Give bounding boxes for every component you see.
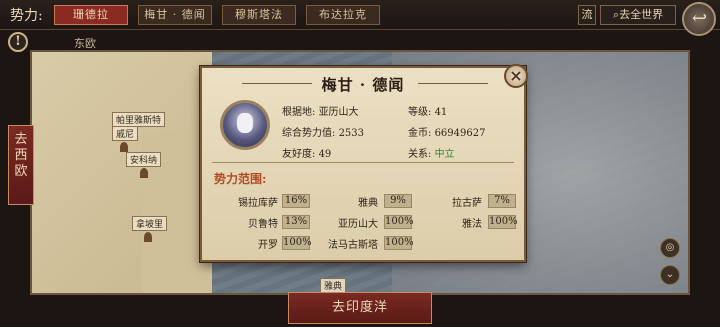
relation-info: 关系: 中立 (408, 149, 455, 160)
tab-faction-4[interactable]: 布达拉克 (306, 5, 380, 25)
city-venice[interactable]: 戚尼 (112, 126, 139, 141)
city-ancona[interactable]: 安科纳 (126, 152, 162, 167)
sphere-row: 锡拉库萨 16% 雅典 9% 拉古萨 7% (202, 194, 524, 210)
close-button[interactable]: × (504, 64, 528, 88)
go-western-europe-button[interactable]: 去西欧 (8, 125, 34, 205)
city-trieste[interactable]: 帕里雅斯特 (112, 112, 166, 127)
power-info: 综合势力值: 2533 (282, 128, 365, 139)
sphere-title: 势力范围: (214, 172, 267, 186)
alert-icon[interactable]: ! (8, 32, 28, 52)
go-world-button[interactable]: ⌕去全世界 (600, 5, 676, 25)
friendship-info: 友好度: 49 (282, 149, 332, 160)
sphere-row: 开罗 100% 法马古斯塔 100% (258, 236, 414, 251)
go-indian-ocean-button[interactable]: 去印度洋 (288, 292, 432, 324)
target-icon[interactable]: ◎ (660, 238, 680, 258)
faction-label: 势力: (10, 8, 43, 24)
flow-button[interactable]: 流 (578, 5, 596, 25)
city-pin (144, 232, 152, 242)
back-button[interactable] (682, 2, 716, 36)
tab-faction-1[interactable]: 珊德拉 (54, 5, 128, 25)
gold-info: 金币: 66949627 (408, 128, 486, 139)
tab-faction-2[interactable]: 梅甘 · 德闻 (138, 5, 212, 25)
faction-info-panel: 梅甘 · 德闻 × 根据地: 亚历山大 等级: 41 综合势力值: 2533 金… (200, 64, 528, 262)
panel-title: 梅甘 · 德闻 (321, 76, 405, 94)
city-pin (120, 142, 128, 152)
city-naples[interactable]: 拿坡里 (132, 216, 168, 231)
divider (212, 162, 514, 163)
base-info: 根据地: 亚历山大 (282, 107, 359, 118)
go-world-label: 去全世界 (619, 8, 664, 21)
tab-faction-3[interactable]: 穆斯塔法 (222, 5, 296, 25)
faction-avatar (220, 100, 270, 150)
top-bar: 势力: 珊德拉 梅甘 · 德闻 穆斯塔法 布达拉克 流 ⌕去全世界 (0, 0, 720, 30)
region-label: 东欧 (74, 37, 96, 50)
city-athens[interactable]: 雅典 (320, 278, 347, 293)
city-pin (140, 168, 148, 178)
level-info: 等级: 41 (408, 107, 448, 118)
sphere-row: 贝鲁特 13% 亚历山大 100% 雅法 100% (248, 215, 518, 230)
chevron-down-icon[interactable]: ⌄ (660, 265, 680, 285)
